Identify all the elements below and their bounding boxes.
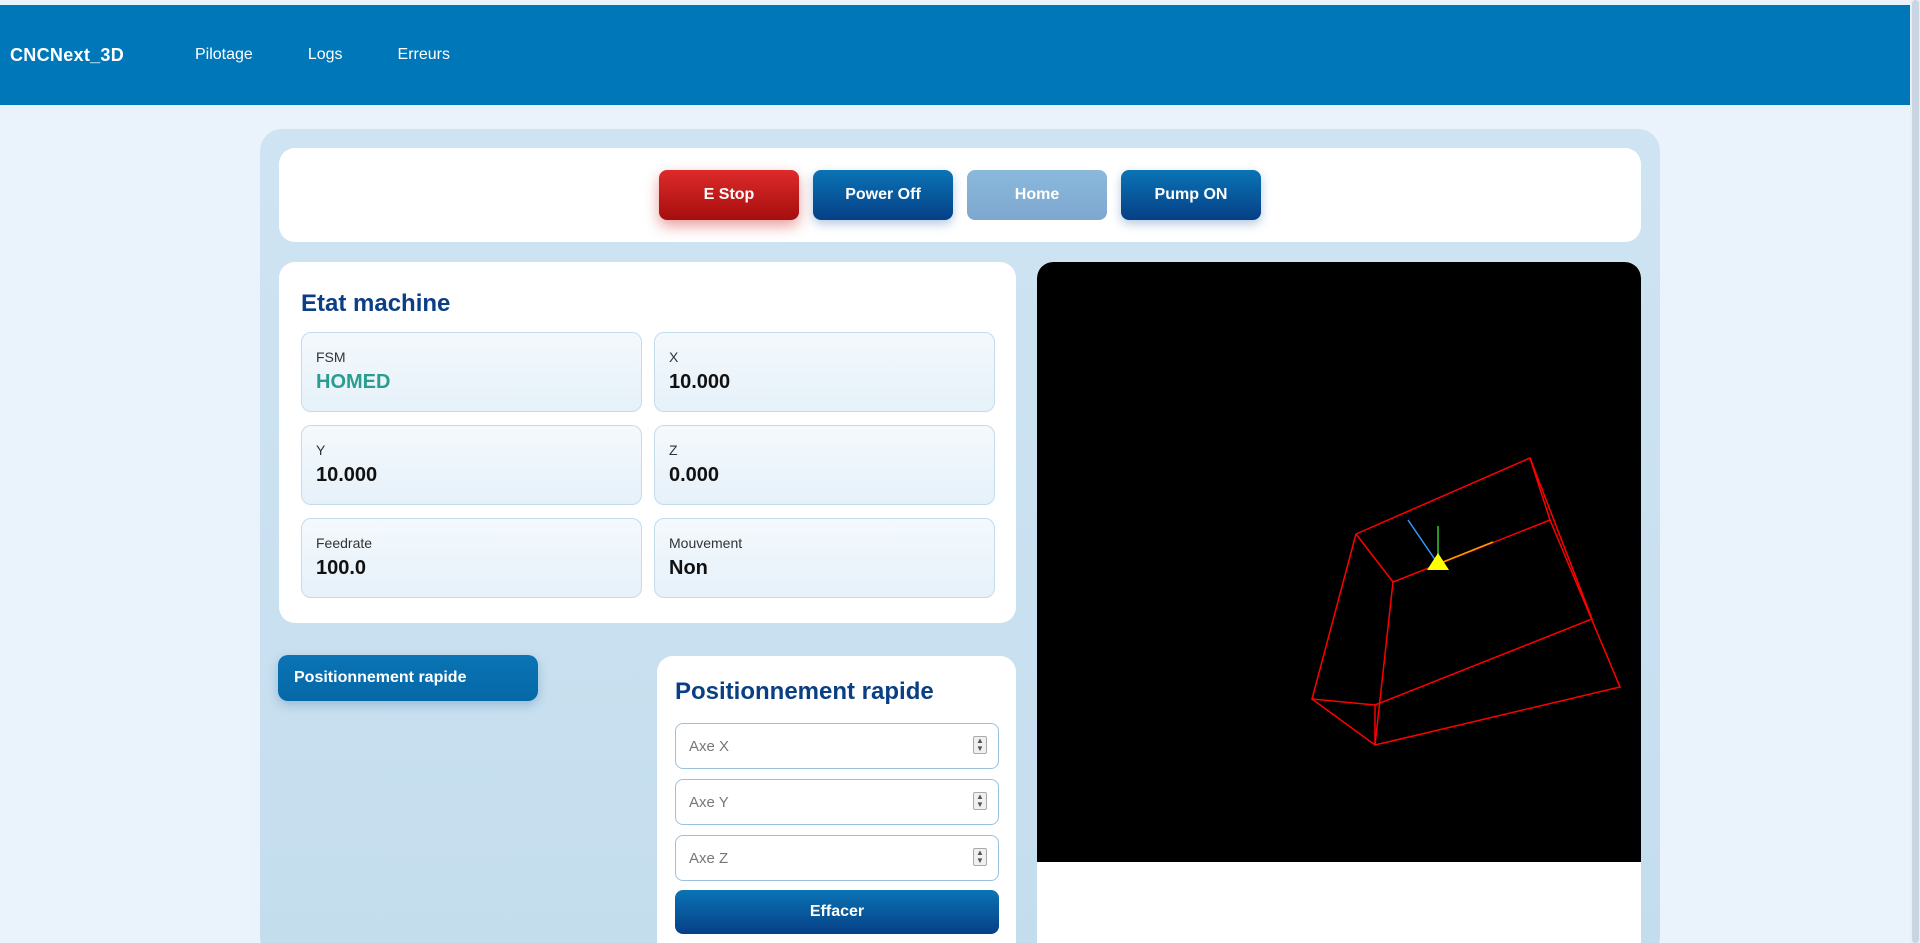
positioning-card: Positionnement rapide ▲▼ ▲▼ ▲▼ Effacer [657, 656, 1016, 943]
axis-x-wrap: ▲▼ [675, 723, 999, 769]
axis-x-line [1437, 541, 1494, 565]
top-navbar: CNCNext_3D Pilotage Logs Erreurs [0, 5, 1920, 105]
axis-z-line [1407, 519, 1439, 565]
axis-y-input[interactable] [675, 779, 999, 825]
pump-on-button[interactable]: Pump ON [1121, 170, 1261, 220]
state-z-label: Z [669, 442, 678, 458]
state-mouvement-value: Non [669, 557, 708, 579]
machine-state-grid: FSM HOMED X 10.000 Y 10.000 Z 0.000 Feed… [301, 332, 995, 598]
wireframe-edge [1529, 457, 1551, 521]
axis-y-wrap: ▲▼ [675, 779, 999, 825]
scrollbar-thumb[interactable] [1912, 0, 1919, 943]
state-x-label: X [669, 349, 679, 365]
state-feedrate-value: 100.0 [316, 557, 367, 579]
state-y-label: Y [316, 442, 326, 458]
state-y: Y 10.000 [301, 425, 642, 505]
state-x-value: 10.000 [669, 371, 731, 393]
nav-link-logs[interactable]: Logs [308, 46, 343, 64]
tab-positionnement-rapide[interactable]: Positionnement rapide [278, 655, 538, 701]
machine-state-card: Etat machine FSM HOMED X 10.000 Y 10.000… [279, 262, 1016, 623]
estop-button[interactable]: E Stop [659, 170, 799, 220]
axis-z-wrap: ▲▼ [675, 835, 999, 881]
app-brand[interactable]: CNCNext_3D [10, 45, 195, 66]
state-mouvement-label: Mouvement [669, 535, 743, 551]
3d-canvas[interactable] [1037, 262, 1641, 862]
state-x: X 10.000 [654, 332, 995, 412]
state-fsm: FSM HOMED [301, 332, 642, 412]
positioning-title: Positionnement rapide [675, 678, 934, 705]
wireframe-box [1311, 456, 1622, 746]
wireframe-front [1311, 519, 1622, 746]
state-z: Z 0.000 [654, 425, 995, 505]
machine-wireframe [1311, 456, 1622, 746]
home-button[interactable]: Home [967, 170, 1107, 220]
axis-x-input[interactable] [675, 723, 999, 769]
clear-button[interactable]: Effacer [675, 890, 999, 934]
state-feedrate-label: Feedrate [316, 535, 373, 551]
nav-link-erreurs[interactable]: Erreurs [398, 46, 450, 64]
state-fsm-value: HOMED [316, 371, 391, 393]
power-off-button[interactable]: Power Off [813, 170, 953, 220]
state-fsm-label: FSM [316, 349, 346, 365]
wireframe-edge [1374, 581, 1394, 746]
state-feedrate: Feedrate 100.0 [301, 518, 642, 598]
page-scrollbar[interactable] [1910, 0, 1920, 943]
3d-viewport [1037, 262, 1641, 943]
machine-control-bar: E Stop Power Off Home Pump ON [279, 148, 1641, 242]
state-y-value: 10.000 [316, 464, 378, 486]
state-z-value: 0.000 [669, 464, 720, 486]
axis-z-input[interactable] [675, 835, 999, 881]
state-mouvement: Mouvement Non [654, 518, 995, 598]
machine-state-title: Etat machine [301, 290, 451, 317]
nav-link-pilotage[interactable]: Pilotage [195, 46, 253, 64]
main-container: E Stop Power Off Home Pump ON Etat machi… [260, 129, 1660, 943]
